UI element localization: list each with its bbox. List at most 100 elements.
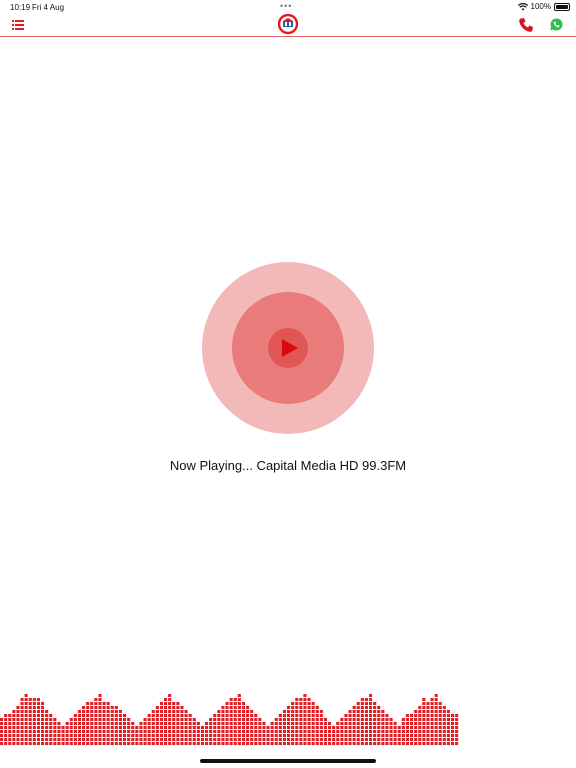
now-playing-label: Now Playing... Capital Media HD 99.3FM	[169, 458, 407, 473]
equalizer-bar	[172, 702, 176, 745]
equalizer-bar	[401, 718, 405, 745]
equalizer-bar	[77, 710, 81, 745]
play-button[interactable]	[268, 328, 308, 368]
equalizer-bar	[213, 714, 217, 745]
equalizer-bar	[8, 714, 12, 745]
equalizer-bar	[184, 710, 188, 745]
equalizer-bar	[410, 714, 414, 745]
equalizer-bar	[233, 698, 237, 745]
equalizer-bar	[381, 710, 385, 745]
equalizer-bar	[45, 710, 49, 745]
equalizer-bar	[180, 706, 184, 745]
equalizer-bar	[385, 714, 389, 745]
equalizer-bar	[266, 726, 270, 745]
equalizer-bar	[303, 694, 307, 745]
equalizer-bar	[373, 702, 377, 745]
equalizer-bar	[123, 714, 127, 745]
battery-icon	[554, 2, 570, 11]
equalizer-bar	[426, 702, 430, 745]
menu-icon[interactable]	[12, 19, 24, 31]
equalizer-bar	[348, 710, 352, 745]
equalizer-bar	[262, 722, 266, 745]
equalizer-bar	[414, 710, 418, 745]
equalizer-bar	[106, 702, 110, 745]
equalizer-bar	[332, 726, 336, 745]
equalizer-bar	[114, 706, 118, 745]
equalizer-bar	[455, 714, 459, 745]
equalizer-bar	[287, 706, 291, 745]
station-logo-icon	[278, 14, 298, 34]
equalizer-bar	[155, 706, 159, 745]
equalizer-bar	[221, 706, 225, 745]
equalizer-bar	[340, 718, 344, 745]
equalizer-bar	[192, 718, 196, 745]
equalizer-bar	[274, 718, 278, 745]
equalizer-bar	[28, 698, 32, 745]
multitasking-dots[interactable]: •••	[280, 1, 292, 11]
equalizer-bar	[16, 706, 20, 745]
whatsapp-icon[interactable]	[550, 18, 563, 31]
equalizer-bar	[229, 698, 233, 745]
equalizer-bar	[164, 698, 168, 745]
equalizer-bar	[434, 694, 438, 745]
equalizer-bar	[319, 710, 323, 745]
equalizer-bar	[36, 698, 40, 745]
equalizer-bar	[209, 718, 213, 745]
equalizer-bar	[205, 722, 209, 745]
equalizer-bar	[225, 702, 229, 745]
equalizer-bar	[0, 718, 4, 745]
equalizer-bar	[270, 722, 274, 745]
equalizer-bar	[32, 698, 36, 745]
equalizer-bar	[389, 718, 393, 745]
equalizer-bar	[217, 710, 221, 745]
equalizer-bar	[102, 702, 106, 745]
play-icon	[282, 339, 298, 357]
equalizer-bar	[364, 698, 368, 745]
equalizer-bar	[250, 710, 254, 745]
equalizer-bar	[159, 702, 163, 745]
equalizer-bar	[24, 694, 28, 745]
equalizer-bar	[143, 718, 147, 745]
equalizer-bar	[328, 722, 332, 745]
top-nav-bar	[0, 14, 576, 37]
equalizer-bar	[94, 698, 98, 745]
equalizer-bar	[295, 698, 299, 745]
equalizer-bar	[397, 726, 401, 745]
equalizer-bar	[200, 726, 204, 745]
equalizer-bar	[57, 722, 61, 745]
equalizer-bar	[369, 694, 373, 745]
equalizer-bar	[430, 698, 434, 745]
status-date: Fri 4 Aug	[32, 3, 65, 12]
equalizer-bar	[12, 710, 16, 745]
phone-icon[interactable]	[518, 17, 534, 33]
status-right: 100%	[517, 2, 570, 11]
wifi-icon	[517, 2, 528, 10]
equalizer-bar	[139, 722, 143, 745]
equalizer-bar	[254, 714, 258, 745]
player-outer-ring	[202, 262, 374, 434]
equalizer-bar	[65, 722, 69, 745]
equalizer-bar	[188, 714, 192, 745]
equalizer-bar	[98, 694, 102, 745]
equalizer-bar	[237, 694, 241, 745]
status-time: 10:19	[10, 3, 31, 12]
equalizer-bar	[151, 710, 155, 745]
equalizer-bar	[442, 706, 446, 745]
equalizer-bar	[344, 714, 348, 745]
equalizer-bar	[246, 706, 250, 745]
equalizer-bar	[352, 706, 356, 745]
equalizer-bar	[323, 718, 327, 745]
home-indicator[interactable]	[200, 759, 376, 763]
equalizer-bar	[147, 714, 151, 745]
equalizer-bar	[405, 714, 409, 745]
equalizer-bar	[291, 702, 295, 745]
equalizer-bar	[241, 702, 245, 745]
equalizer-bar	[69, 718, 73, 745]
equalizer-bar	[196, 722, 200, 745]
equalizer-bar	[49, 714, 53, 745]
equalizer-bar	[299, 698, 303, 745]
equalizer-bar	[278, 714, 282, 745]
battery-percent: 100%	[530, 2, 551, 11]
equalizer-bar	[356, 702, 360, 745]
player-inner-ring	[232, 292, 344, 404]
